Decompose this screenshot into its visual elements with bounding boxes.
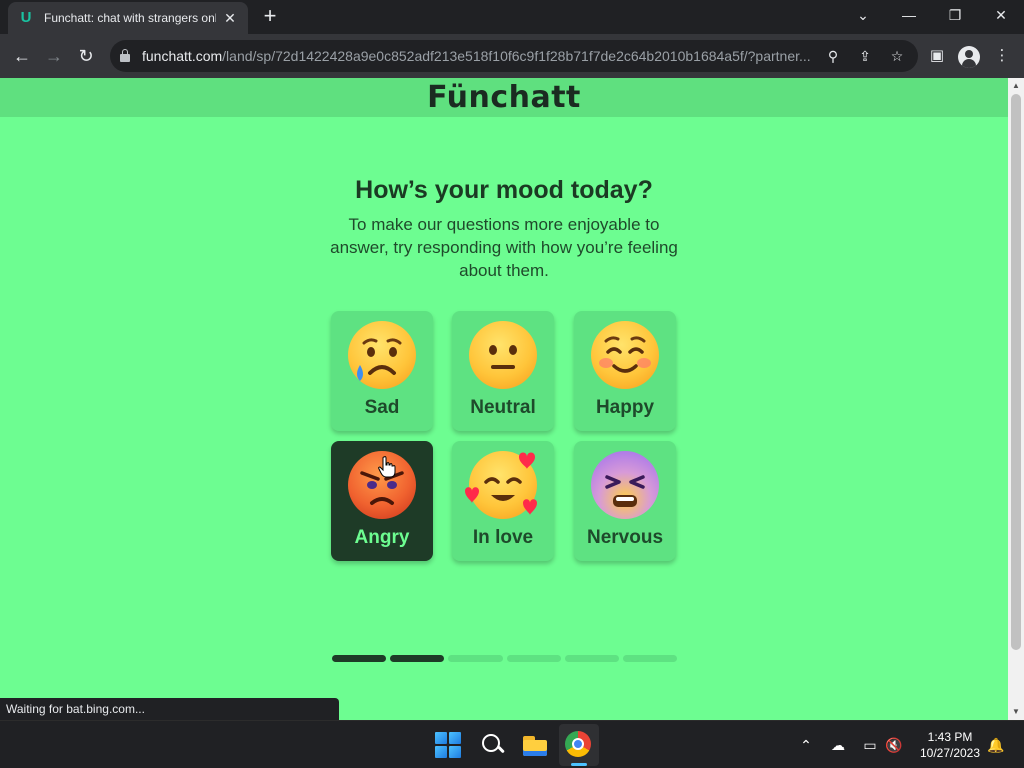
mood-label: Neutral bbox=[470, 397, 536, 418]
web-page: Fünchatt How’s your mood today? To make … bbox=[0, 78, 1008, 720]
new-tab-button[interactable]: + bbox=[258, 4, 282, 28]
smiling-face-icon bbox=[591, 321, 659, 389]
share-icon[interactable]: ⇪ bbox=[855, 46, 875, 66]
volume-muted-icon[interactable]: 🔇 bbox=[884, 735, 904, 755]
progress-step bbox=[448, 655, 503, 662]
site-header: Fünchatt bbox=[0, 78, 1008, 117]
back-arrow-icon[interactable]: ← bbox=[8, 42, 36, 70]
system-clock[interactable]: 1:43 PM 10/27/2023 bbox=[910, 729, 990, 761]
funchatt-logo[interactable]: Fünchatt bbox=[427, 80, 581, 115]
reload-icon[interactable]: ↻ bbox=[72, 42, 100, 70]
neutral-face-icon bbox=[469, 321, 537, 389]
mood-question-heading: How’s your mood today? bbox=[355, 176, 653, 204]
active-app-indicator bbox=[571, 763, 587, 766]
browser-status-bubble: Waiting for bat.bing.com... bbox=[0, 698, 339, 720]
clock-date: 10/27/2023 bbox=[919, 746, 981, 760]
mood-label: Happy bbox=[595, 397, 655, 418]
search-icon[interactable] bbox=[478, 731, 506, 759]
scroll-thumb[interactable] bbox=[1011, 94, 1021, 650]
mood-option-nervous[interactable]: Nervous bbox=[574, 441, 676, 561]
browser-toolbar: ← → ↻ funchatt.com/land/sp/72d1422428a9e… bbox=[0, 34, 1024, 78]
page-scrollbar[interactable]: ▲ ▼ bbox=[1008, 78, 1024, 720]
mood-question-subtitle: To make our questions more enjoyable to … bbox=[330, 215, 678, 280]
url-text[interactable]: funchatt.com/land/sp/72d1422428a9e0c852a… bbox=[142, 48, 811, 64]
mood-label: Sad bbox=[364, 397, 400, 418]
mood-option-sad[interactable]: Sad bbox=[331, 311, 433, 431]
scroll-down-arrow-icon[interactable]: ▼ bbox=[1008, 704, 1024, 720]
search-page-icon[interactable]: ⚲ bbox=[823, 46, 843, 66]
mood-label: Nervous bbox=[586, 527, 664, 548]
progress-step bbox=[390, 655, 445, 662]
close-window-button[interactable]: ✕ bbox=[978, 0, 1024, 30]
progress-step bbox=[564, 655, 619, 662]
chrome-icon[interactable] bbox=[565, 731, 591, 757]
clock-time: 1:43 PM bbox=[927, 730, 973, 744]
browser-tab[interactable]: U Funchatt: chat with strangers onli ✕ bbox=[8, 2, 248, 34]
close-tab-icon[interactable]: ✕ bbox=[222, 10, 238, 27]
address-bar[interactable]: funchatt.com/land/sp/72d1422428a9e0c852a… bbox=[110, 40, 918, 72]
hand-pointer-cursor-icon bbox=[378, 456, 396, 478]
menu-kebab-icon[interactable]: ⋮ bbox=[992, 46, 1012, 66]
smiling-face-with-hearts-icon bbox=[465, 451, 537, 519]
show-hidden-icons-chevron-icon[interactable]: ⌃ bbox=[796, 735, 816, 755]
windows-taskbar: ⌃ ☁ ▭ 🔇 1:43 PM 10/27/2023 🔔 bbox=[0, 720, 1024, 768]
side-panel-icon[interactable]: ▣ bbox=[927, 46, 947, 66]
bookmark-star-icon[interactable]: ☆ bbox=[887, 46, 907, 66]
sad-face-icon bbox=[348, 321, 416, 389]
quiz-progress-bar bbox=[332, 655, 678, 663]
progress-step bbox=[506, 655, 561, 662]
scroll-up-arrow-icon[interactable]: ▲ bbox=[1008, 78, 1024, 94]
funchatt-favicon-icon: U bbox=[20, 9, 32, 26]
browser-titlebar: U Funchatt: chat with strangers onli ✕ +… bbox=[0, 0, 1024, 34]
forward-arrow-icon[interactable]: → bbox=[40, 42, 68, 70]
progress-step bbox=[332, 655, 387, 662]
confounded-face-icon bbox=[591, 451, 659, 519]
tab-title: Funchatt: chat with strangers onli bbox=[44, 11, 216, 25]
tab-search-chevron-icon[interactable]: ⌄ bbox=[840, 0, 886, 30]
progress-step bbox=[622, 655, 678, 662]
minimize-button[interactable]: — bbox=[886, 0, 932, 30]
notification-bell-icon[interactable]: 🔔 bbox=[986, 735, 1006, 755]
mood-label: In love bbox=[472, 527, 534, 548]
lock-icon[interactable] bbox=[120, 49, 130, 62]
mood-option-happy[interactable]: Happy bbox=[574, 311, 676, 431]
restore-button[interactable]: ❐ bbox=[932, 0, 978, 30]
mood-option-in-love[interactable]: In love bbox=[452, 441, 554, 561]
onedrive-offline-icon[interactable]: ☁ bbox=[828, 735, 848, 755]
profile-avatar-icon[interactable] bbox=[958, 46, 980, 68]
mood-label: Angry bbox=[354, 527, 410, 548]
file-explorer-icon[interactable] bbox=[521, 731, 549, 759]
network-icon[interactable]: ▭ bbox=[860, 735, 880, 755]
mood-option-neutral[interactable]: Neutral bbox=[452, 311, 554, 431]
windows-start-icon[interactable] bbox=[434, 731, 462, 759]
